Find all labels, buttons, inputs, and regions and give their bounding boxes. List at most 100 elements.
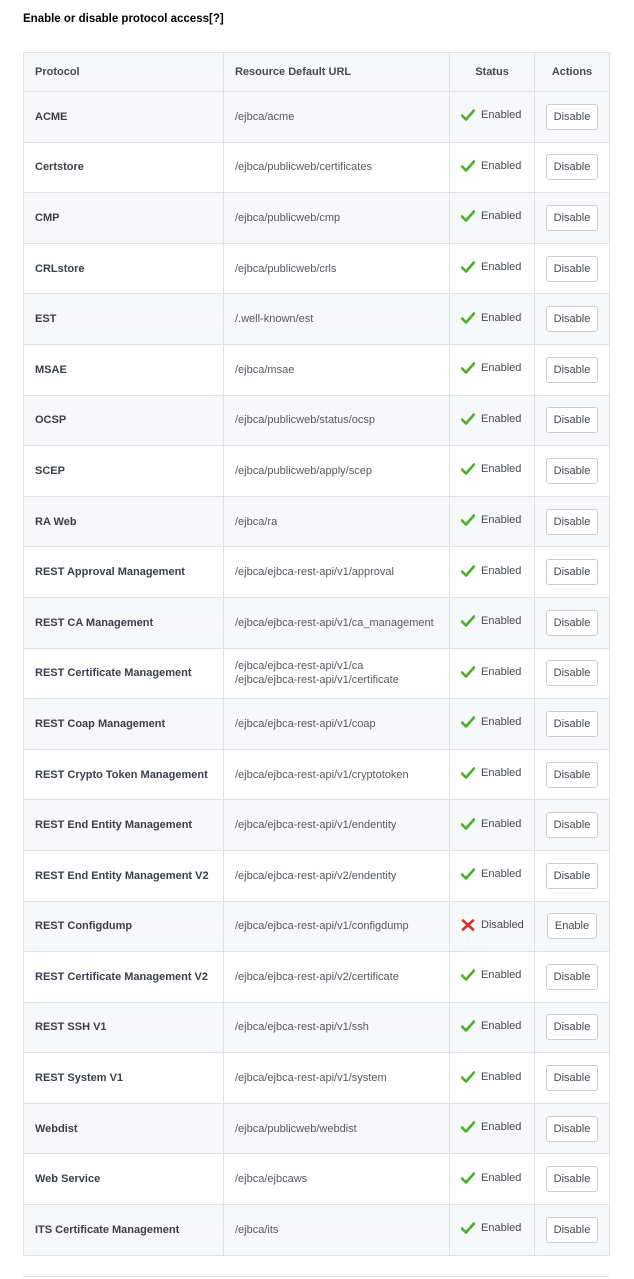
resource-url: /.well-known/est — [235, 313, 314, 326]
disable-button[interactable]: Disable — [545, 154, 599, 181]
resource-url-cell: /ejbca/ejbca-rest-api/v1/approval — [223, 546, 450, 598]
resource-url-cell: /ejbca/msae — [223, 343, 450, 396]
disable-button[interactable]: Disable — [545, 356, 599, 383]
check-icon — [460, 109, 476, 122]
status-cell: Enabled — [449, 799, 535, 851]
protocol-name: Web Service — [23, 1153, 224, 1206]
resource-url: /ejbca/msae — [235, 363, 295, 376]
disable-button[interactable]: Disable — [545, 1166, 599, 1193]
status-label: Enabled — [481, 817, 522, 830]
table-row: Webdist/ejbca/publicweb/webdist Enabled Di… — [23, 1102, 610, 1155]
table-row: REST End Entity Management V2/ejbca/ejbc… — [23, 849, 610, 902]
actions-cell: Disable — [534, 343, 610, 396]
table-row: CMP/ejbca/publicweb/cmp Enabled Disable — [23, 192, 610, 244]
disable-button[interactable]: Disable — [545, 508, 599, 535]
status-label: Enabled — [481, 868, 522, 881]
status-label: Enabled — [481, 261, 522, 274]
resource-url-cell: /ejbca/ejbca-rest-api/v1/ca_management — [223, 596, 450, 649]
disable-button[interactable]: Disable — [545, 103, 599, 130]
disable-button[interactable]: Disable — [545, 407, 599, 434]
status-cell: Enabled — [449, 596, 535, 649]
status-label: Enabled — [481, 716, 522, 729]
resource-url: /ejbca/ejbca-rest-api/v2/endentity — [235, 869, 397, 882]
resource-url: /ejbca/publicweb/webdist — [235, 1122, 357, 1135]
status-indicator: Enabled — [460, 1171, 521, 1184]
check-icon — [460, 1171, 476, 1184]
status-label: Enabled — [481, 463, 522, 476]
status-indicator: Enabled — [460, 1070, 522, 1083]
resource-url: /ejbca/publicweb/certificates — [235, 161, 372, 174]
resource-url: /ejbca/ejbca-rest-api/v1/ssh — [235, 1021, 369, 1034]
actions-cell: Disable — [534, 192, 610, 244]
check-icon — [460, 716, 476, 729]
status-cell: Disabled — [449, 900, 535, 953]
status-label: Enabled — [481, 767, 522, 780]
resource-url: /ejbca/publicweb/cmp — [235, 211, 341, 224]
resource-url: /ejbca/ejbca-rest-api/v1/certificate — [235, 674, 399, 687]
resource-url-cell: /ejbca/ejbca-rest-api/v1/coap — [223, 698, 450, 750]
resource-url-cell: /ejbca/ejbca-rest-api/v2/certificate — [223, 951, 450, 1003]
status-label: Enabled — [481, 362, 522, 375]
resource-url-cell: /ejbca/its — [223, 1204, 450, 1256]
disable-button[interactable]: Disable — [545, 812, 599, 839]
disable-button[interactable]: Disable — [545, 255, 599, 282]
disable-button[interactable]: Disable — [545, 559, 599, 586]
disable-button[interactable]: Disable — [545, 204, 599, 231]
protocol-name: MSAE — [23, 343, 224, 396]
check-icon — [460, 868, 476, 881]
status-indicator: Enabled — [460, 666, 521, 678]
check-icon — [460, 413, 476, 425]
status-label: Enabled — [481, 564, 522, 577]
status-label: Enabled — [481, 1019, 522, 1032]
actions-cell: Disable — [534, 141, 610, 194]
table-row: REST Configdump/ejbca/ejbca-rest-api/v1/… — [23, 900, 610, 953]
page-title-text: Enable or disable protocol access — [23, 13, 209, 25]
resource-url-cell: /ejbca/ejbcaws — [223, 1153, 450, 1206]
disable-button[interactable]: Disable — [545, 1014, 599, 1041]
resource-url: /ejbca/acme — [235, 110, 295, 123]
resource-url: /ejbca/ejbcaws — [235, 1173, 308, 1186]
column-header-status: Status — [449, 52, 535, 92]
disable-button[interactable]: Disable — [545, 457, 599, 484]
disable-button[interactable]: Disable — [545, 306, 599, 333]
status-indicator: Enabled — [460, 413, 521, 425]
resource-url: /ejbca/ejbca-rest-api/v1/coap — [235, 717, 376, 730]
status-label: Enabled — [481, 109, 522, 122]
status-cell: Enabled — [449, 1102, 535, 1155]
disable-button[interactable]: Disable — [545, 660, 599, 687]
protocol-name: Webdist — [23, 1102, 224, 1155]
status-label: Enabled — [481, 1222, 522, 1235]
status-label: Enabled — [481, 1070, 522, 1083]
disable-button[interactable]: Disable — [545, 761, 599, 788]
status-cell: Enabled — [449, 445, 535, 497]
protocol-name: REST CA Management — [23, 596, 224, 649]
disable-button[interactable]: Disable — [545, 1216, 599, 1243]
enable-button[interactable]: Enable — [546, 913, 598, 940]
actions-cell: Disable — [534, 698, 610, 750]
protocol-name: REST Configdump — [23, 900, 224, 953]
check-icon — [460, 817, 476, 830]
disable-button[interactable]: Disable — [545, 710, 599, 737]
disable-button[interactable]: Disable — [545, 1115, 599, 1142]
check-icon — [460, 362, 476, 375]
table-row: REST CA Management/ejbca/ejbca-rest-api/… — [23, 596, 610, 649]
resource-url-cell: /ejbca/publicweb/apply/scep — [223, 445, 450, 497]
resource-url-cell: /.well-known/est — [223, 293, 450, 345]
resource-url: /ejbca/ejbca-rest-api/v1/endentity — [235, 819, 397, 832]
status-label: Enabled — [481, 311, 522, 324]
help-link[interactable]: [?] — [209, 13, 224, 25]
table-row: OCSP/ejbca/publicweb/status/ocsp Enabled D… — [23, 394, 610, 447]
status-cell: Enabled — [449, 293, 535, 345]
disable-button[interactable]: Disable — [545, 1065, 599, 1092]
actions-cell: Disable — [534, 799, 610, 851]
resource-url-cell: /ejbca/ejbca-rest-api/v1/system — [223, 1052, 450, 1104]
disable-button[interactable]: Disable — [545, 609, 599, 636]
table-row: REST Certificate Management/ejbca/ejbca-… — [23, 647, 610, 700]
disable-button[interactable]: Disable — [545, 862, 599, 889]
actions-cell: Disable — [534, 394, 610, 447]
disable-button[interactable]: Disable — [545, 963, 599, 990]
check-icon — [460, 564, 476, 577]
check-icon — [460, 160, 476, 172]
status-cell: Enabled — [449, 394, 535, 447]
status-indicator: Enabled — [460, 767, 522, 780]
